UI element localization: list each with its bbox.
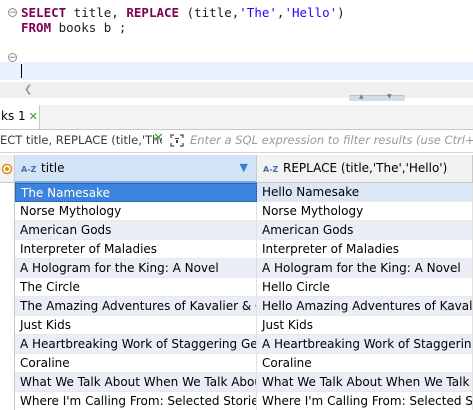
table-row[interactable]: Where I'm Calling From: Selected Stories… (15, 392, 473, 410)
column-header-label: title (41, 161, 65, 175)
row-number-column (0, 183, 15, 410)
string-literal: 'The' (239, 5, 277, 20)
keyword-replace: REPLACE (126, 5, 180, 20)
table-row[interactable]: American Gods American Gods (15, 221, 473, 240)
table-row[interactable]: Interpreter of Maladies Interpreter of Ma… (15, 240, 473, 259)
column-header-title[interactable]: A-Z title ▼ (15, 155, 257, 183)
cell-title[interactable]: Just Kids (15, 316, 257, 335)
cell-replace[interactable]: Interpreter of Maladies (257, 240, 473, 259)
triangle-down-icon: ▼ (387, 93, 392, 100)
table-row[interactable]: A Heartbreaking Work of Staggering Geniu… (15, 335, 473, 354)
results-grid: A-Z title ▼ A-Z REPLACE (title,'The','He… (0, 155, 473, 410)
cell-title[interactable]: What We Talk About When We Talk About Lo… (15, 373, 257, 392)
cell-replace[interactable]: What We Talk About When We Talk About Lo… (257, 373, 473, 392)
cell-replace[interactable]: A Hologram for the King: A Novel (257, 259, 473, 278)
table-row[interactable]: Norse Mythology Norse Mythology (15, 202, 473, 221)
column-header-replace[interactable]: A-Z REPLACE (title,'The','Hello') (257, 155, 473, 183)
cell-title[interactable]: The Amazing Adventures of Kavalier & Cla… (15, 297, 257, 316)
code-text: title, (66, 5, 127, 20)
sql-editor[interactable]: − SELECT title, REPLACE (title,'The','He… (0, 0, 473, 82)
cell-replace[interactable]: Hello Amazing Adventures of Kavalier & C… (257, 297, 473, 316)
fold-toggle-icon[interactable]: − (8, 8, 17, 18)
column-dropdown-icon[interactable]: ▼ (240, 161, 248, 174)
table-row[interactable]: What We Talk About When We Talk About Lo… (15, 373, 473, 392)
cell-title[interactable]: The Circle (15, 278, 257, 297)
cell-replace[interactable]: Where I'm Calling From: Selected Stories (257, 392, 473, 410)
cell-replace[interactable]: Hello Namesake (257, 183, 473, 202)
cell-replace[interactable]: Just Kids (257, 316, 473, 335)
cell-title[interactable]: The Namesake (15, 183, 257, 202)
cell-replace[interactable]: A Heartbreaking Work of Staggering Geniu… (257, 335, 473, 354)
fold-toggle-icon[interactable]: − (8, 53, 17, 63)
keyword-from: FROM (21, 20, 52, 35)
triangle-up-icon: ▲ (359, 93, 364, 100)
keyword-select: SELECT (21, 5, 67, 20)
tab-results[interactable]: ks 1 ✕ (0, 105, 40, 129)
code-text: books b ; (51, 20, 127, 35)
cell-title[interactable]: Interpreter of Maladies (15, 240, 257, 259)
cell-title[interactable]: Coraline (15, 354, 257, 373)
scroll-left-icon[interactable]: ❮ (24, 84, 32, 95)
table-row[interactable]: The Circle Hello Circle (15, 278, 473, 297)
cell-title[interactable]: A Heartbreaking Work of Staggering Geniu… (15, 335, 257, 354)
active-query-label[interactable]: ECT title, REPLACE (title,'The','H (0, 133, 162, 147)
cell-replace[interactable]: American Gods (257, 221, 473, 240)
expand-icon (170, 134, 184, 147)
current-line-highlight (0, 62, 473, 80)
filter-bar: ECT title, REPLACE (title,'The','H ✕ Ent… (0, 130, 473, 153)
cell-replace[interactable]: Norse Mythology (257, 202, 473, 221)
record-indicator-icon (1, 163, 13, 175)
table-row[interactable]: A Hologram for the King: A Novel A Hologr… (15, 259, 473, 278)
close-icon[interactable]: ✕ (29, 110, 38, 123)
cell-title[interactable]: American Gods (15, 221, 257, 240)
sort-az-icon[interactable]: A-Z (263, 165, 278, 174)
table-row[interactable]: The Amazing Adventures of Kavalier & Cla… (15, 297, 473, 316)
editor-horizontal-scrollbar[interactable]: ❮ ▲ ▼ (0, 82, 473, 101)
cell-title[interactable]: A Hologram for the King: A Novel (15, 259, 257, 278)
table-row[interactable]: The Namesake Hello Namesake (15, 183, 473, 202)
row-header-corner (0, 155, 15, 183)
cell-replace[interactable]: Hello Circle (257, 278, 473, 297)
sort-az-icon[interactable]: A-Z (21, 165, 36, 174)
cell-replace[interactable]: Coraline (257, 354, 473, 373)
string-literal: 'Hello' (284, 5, 338, 20)
code-text: (title, (179, 5, 240, 20)
cell-title[interactable]: Norse Mythology (15, 202, 257, 221)
clear-filter-icon[interactable]: ✕ (153, 131, 164, 146)
text-caret (21, 64, 22, 78)
code-text: ) (337, 5, 345, 20)
expand-filter-icon[interactable] (170, 134, 184, 147)
cell-title[interactable]: Where I'm Calling From: Selected Stories (15, 392, 257, 410)
table-row[interactable]: Coraline Coraline (15, 354, 473, 373)
table-row[interactable]: Just Kids Just Kids (15, 316, 473, 335)
column-header-label: REPLACE (title,'The','Hello') (283, 161, 448, 175)
filter-input[interactable]: Enter a SQL expression to filter results… (190, 133, 473, 147)
splitter-grip[interactable]: ▲ ▼ (349, 93, 405, 101)
code-line-2[interactable]: FROM books b ; (21, 20, 126, 35)
results-tab-bar: ks 1 ✕ (0, 105, 473, 130)
code-line-1[interactable]: SELECT title, REPLACE (title,'The','Hell… (21, 5, 345, 20)
tab-label: ks 1 (1, 109, 26, 123)
